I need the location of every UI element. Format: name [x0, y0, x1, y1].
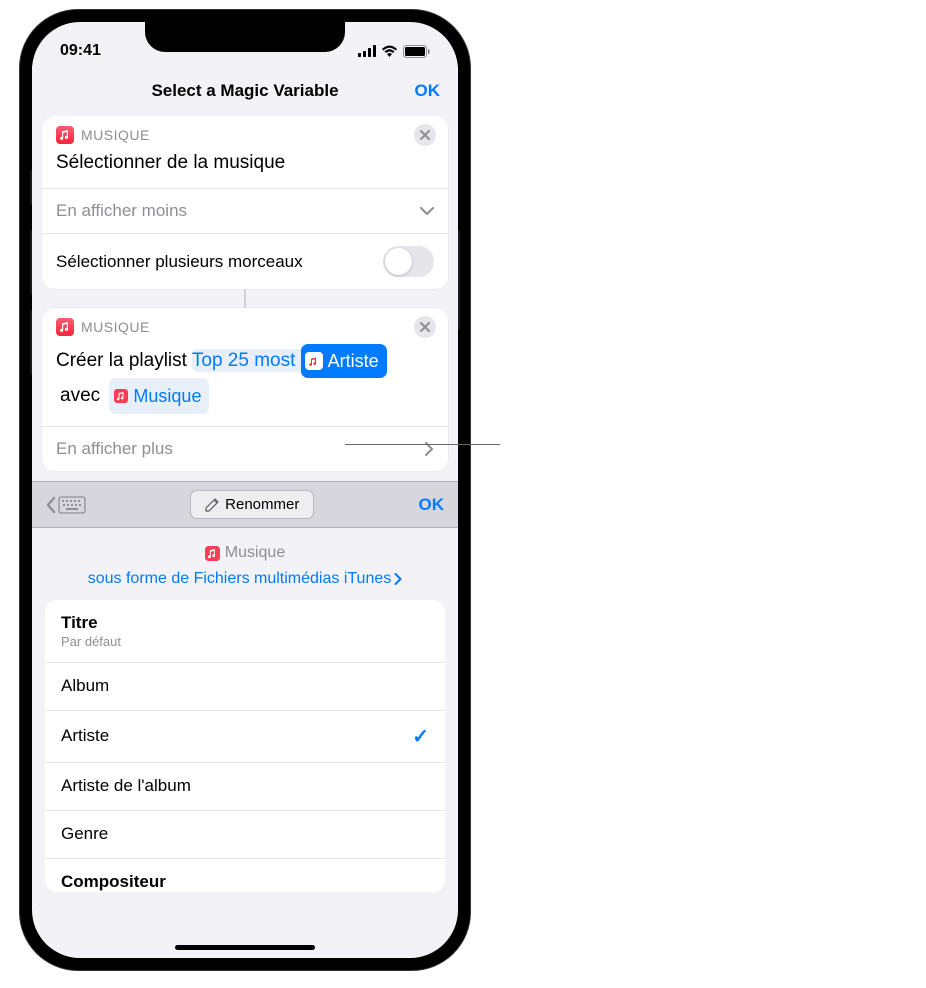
option-label: Album — [61, 676, 109, 696]
rename-label: Renommer — [225, 496, 299, 513]
option-album[interactable]: Album — [45, 663, 445, 711]
multi-select-label: Sélectionner plusieurs morceaux — [56, 252, 383, 272]
variable-type-button[interactable]: sous forme de Fichiers multimédias iTune… — [88, 570, 403, 588]
option-artiste[interactable]: Artiste ✓ — [45, 711, 445, 763]
option-label: Titre — [61, 613, 121, 633]
pencil-icon — [205, 498, 219, 512]
toolbar-ok-button[interactable]: OK — [419, 495, 445, 515]
music-icon — [114, 389, 129, 404]
rename-button[interactable]: Renommer — [190, 490, 314, 519]
action-card-create-playlist: MUSIQUE Créer la playlist Top 25 most Ar… — [42, 308, 448, 471]
action-body: Créer la playlist Top 25 most Artiste av… — [42, 340, 448, 426]
chip-label: Artiste — [328, 345, 379, 377]
battery-icon — [403, 45, 430, 58]
chevron-left-icon — [46, 496, 56, 514]
multi-select-row: Sélectionner plusieurs morceaux — [42, 233, 448, 289]
close-button[interactable] — [414, 316, 436, 338]
artist-chip[interactable]: Artiste — [301, 344, 387, 378]
keyboard-back-button[interactable] — [46, 496, 86, 514]
status-time: 09:41 — [60, 42, 101, 60]
option-label: Genre — [61, 824, 108, 844]
chevron-right-icon — [394, 573, 402, 585]
phone-frame: 09:41 Select a Magic Variable OK MUSIQUE — [20, 10, 470, 970]
show-less-row[interactable]: En afficher moins — [42, 188, 448, 233]
action-card-select-music: MUSIQUE Sélectionner de la musique En af… — [42, 116, 448, 289]
music-icon — [56, 318, 74, 336]
cellular-icon — [358, 45, 376, 57]
option-genre[interactable]: Genre — [45, 811, 445, 859]
keyboard-icon — [58, 496, 86, 514]
nav-title: Select a Magic Variable — [151, 81, 338, 101]
variable-info: Musique sous forme de Fichiers multimédi… — [42, 528, 448, 600]
variable-toolbar: Renommer OK — [32, 481, 458, 528]
option-compositeur[interactable]: Compositeur — [45, 859, 445, 892]
home-indicator[interactable] — [175, 945, 315, 950]
callout-line — [345, 444, 500, 445]
close-icon — [420, 322, 430, 332]
option-artiste-album[interactable]: Artiste de l'album — [45, 763, 445, 811]
playlist-name-token[interactable]: Top 25 most — [192, 350, 296, 371]
music-icon — [205, 546, 220, 561]
connector-line — [244, 289, 246, 309]
show-more-label: En afficher plus — [56, 439, 425, 459]
option-titre[interactable]: Titre Par défaut — [45, 600, 445, 663]
check-icon: ✓ — [412, 724, 429, 749]
chevron-down-icon — [420, 207, 434, 216]
nav-bar: Select a Magic Variable OK — [32, 66, 458, 116]
close-button[interactable] — [414, 124, 436, 146]
close-icon — [420, 130, 430, 140]
property-options-list: Titre Par défaut Album Artiste ✓ Artiste… — [45, 600, 445, 892]
action-prefix: Créer la playlist — [56, 350, 187, 371]
card-app-label: MUSIQUE — [81, 127, 150, 143]
option-sublabel: Par défaut — [61, 634, 121, 649]
music-icon — [305, 352, 323, 370]
var-label: Musique — [133, 380, 201, 412]
nav-ok-button[interactable]: OK — [415, 81, 441, 101]
option-label: Compositeur — [61, 872, 166, 892]
music-icon — [56, 126, 74, 144]
multi-select-toggle[interactable] — [383, 246, 434, 277]
phone-screen: 09:41 Select a Magic Variable OK MUSIQUE — [32, 22, 458, 958]
show-more-row[interactable]: En afficher plus — [42, 426, 448, 471]
variable-type-label: sous forme de Fichiers multimédias iTune… — [88, 570, 392, 588]
with-word: avec — [56, 385, 104, 406]
variable-name: Musique — [225, 544, 285, 562]
action-title: Sélectionner de la musique — [42, 148, 448, 188]
option-label: Artiste de l'album — [61, 776, 191, 796]
wifi-icon — [381, 45, 398, 57]
notch — [145, 22, 345, 52]
option-label: Artiste — [61, 726, 109, 746]
card-app-label: MUSIQUE — [81, 319, 150, 335]
music-variable-token[interactable]: Musique — [109, 378, 209, 414]
show-less-label: En afficher moins — [56, 201, 420, 221]
